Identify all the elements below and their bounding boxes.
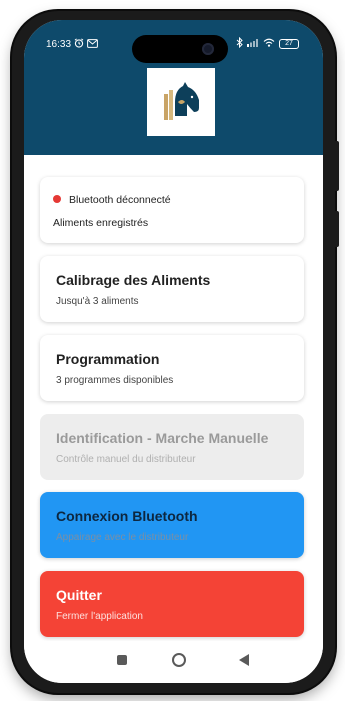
calibration-button[interactable]: Calibrage des Aliments Jusqu'à 3 aliment… bbox=[40, 256, 304, 322]
foods-status-text: Aliments enregistrés bbox=[53, 217, 149, 229]
recent-apps-icon[interactable] bbox=[117, 655, 127, 665]
bluetooth-icon bbox=[236, 36, 243, 51]
status-left: 16:33 bbox=[46, 38, 98, 51]
app-header: 16:33 27 bbox=[24, 20, 323, 155]
mail-icon bbox=[87, 38, 98, 51]
quit-title: Quitter bbox=[56, 587, 102, 603]
home-icon[interactable] bbox=[172, 653, 186, 667]
calibration-title: Calibrage des Aliments bbox=[56, 272, 211, 288]
calibration-subtitle: Jusqu'à 3 aliments bbox=[56, 296, 139, 307]
programming-title: Programmation bbox=[56, 351, 160, 367]
programming-subtitle: 3 programmes disponibles bbox=[56, 375, 174, 386]
bluetooth-connect-button[interactable]: Connexion Bluetooth Appairage avec le di… bbox=[40, 492, 304, 558]
wifi-icon bbox=[263, 38, 275, 50]
phone-frame: 16:33 27 Bluetooth déconnecté Aliments e… bbox=[12, 11, 339, 693]
back-icon[interactable] bbox=[239, 654, 249, 666]
quit-subtitle: Fermer l'application bbox=[56, 611, 143, 622]
bluetooth-status-text: Bluetooth déconnecté bbox=[69, 194, 171, 206]
front-camera bbox=[202, 43, 214, 55]
manual-mode-subtitle: Contrôle manuel du distributeur bbox=[56, 454, 196, 465]
alarm-icon bbox=[74, 38, 84, 51]
power-button bbox=[335, 211, 339, 247]
quit-button[interactable]: Quitter Fermer l'application bbox=[40, 571, 304, 637]
manual-mode-button[interactable]: Identification - Marche Manuelle Contrôl… bbox=[40, 414, 304, 480]
signal-icon bbox=[247, 38, 259, 50]
screen: 16:33 27 Bluetooth déconnecté Aliments e… bbox=[24, 20, 323, 683]
horse-head-logo-icon bbox=[147, 68, 215, 136]
programming-button[interactable]: Programmation 3 programmes disponibles bbox=[40, 335, 304, 401]
bluetooth-connect-subtitle: Appairage avec le distributeur bbox=[56, 532, 189, 543]
manual-mode-title: Identification - Marche Manuelle bbox=[56, 430, 269, 446]
status-right: 27 bbox=[236, 36, 299, 51]
system-nav-bar bbox=[24, 641, 323, 683]
clock: 16:33 bbox=[46, 39, 72, 50]
volume-button bbox=[335, 141, 339, 191]
camera-notch bbox=[132, 35, 228, 63]
bluetooth-status-dot bbox=[53, 195, 61, 203]
battery-icon: 27 bbox=[279, 39, 299, 49]
connection-status-card: Bluetooth déconnecté Aliments enregistré… bbox=[40, 177, 304, 243]
battery-level: 27 bbox=[285, 40, 293, 47]
bluetooth-connect-title: Connexion Bluetooth bbox=[56, 508, 198, 524]
